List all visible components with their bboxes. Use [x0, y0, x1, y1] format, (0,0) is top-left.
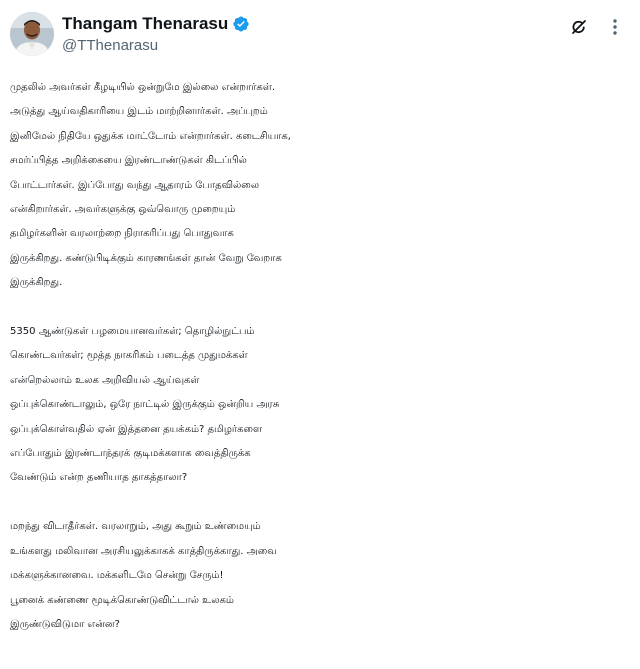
- text-line: சமர்ப்பித்த அறிக்கையை இரண்டாண்டுகள் கிடப…: [10, 155, 247, 167]
- text-line: எப்போதும் இரண்டாந்தரக் குடிமக்களாக வைத்த…: [10, 448, 251, 460]
- post-card: Thangam Thenarasu @TThenarasu முதலில் அவ…: [0, 0, 640, 669]
- text-line: மக்களுக்கானவை. மக்களிடமே சென்று சேரும்!: [10, 570, 224, 582]
- avatar[interactable]: [10, 12, 54, 56]
- text-line: ஒப்புக்கொள்வதில் ஏன் இத்தனை தயக்கம்? தமி…: [10, 423, 263, 435]
- text-line: போட்டார்கள். இப்போது வந்து ஆதாரம் போதவில…: [10, 179, 260, 191]
- author-info: Thangam Thenarasu @TThenarasu: [62, 13, 250, 54]
- text-line: ஒப்புக்கொண்டாலும், ஒரே நாட்டில் இருக்கும…: [10, 399, 280, 411]
- text-line: இனிமேல் நிதியே ஒதுக்க மாட்டோம் என்றார்கள…: [10, 130, 291, 142]
- post-text: முதலில் அவர்கள் கீழடியில் ஒன்றுமே இல்லை …: [10, 76, 630, 662]
- text-line: என்கிறார்கள். அவர்களுக்கு ஒவ்வொரு முறையு…: [10, 204, 236, 216]
- text-line: இருக்கிறது. கண்டுபிடிக்கும் காரணங்கள் தா…: [10, 252, 282, 264]
- author-handle[interactable]: @TThenarasu: [62, 37, 250, 54]
- text-line: உங்களது மலிவான அரசியலுக்காகக் காத்திருக்…: [10, 545, 277, 557]
- text-line: இருண்டுவிடுமா என்ன?: [10, 618, 120, 630]
- post-actions: [568, 16, 626, 38]
- text-line: முதலில் அவர்கள் கீழடியில் ஒன்றுமே இல்லை …: [10, 82, 276, 93]
- post-paragraph-3: மறந்து விடாதீர்கள். வரலாறும், அது கூறும்…: [10, 515, 630, 637]
- post-paragraph-2: 5350 ஆண்டுகள் பழமையானவர்கள்; தொழில்நுட்ப…: [10, 320, 630, 491]
- text-line: கொண்டவர்கள்; மூத்த நாகரிகம் படைத்த முதும…: [10, 350, 248, 362]
- profile-photo-icon: [10, 12, 54, 56]
- post-paragraph-1: முதலில் அவர்கள் கீழடியில் ஒன்றுமே இல்லை …: [10, 76, 630, 296]
- text-line: இருக்கிறது.: [10, 277, 63, 289]
- text-line: வேண்டும் என்ற தணியாத தாகத்தாலா?: [10, 472, 188, 484]
- text-line: மறந்து விடாதீர்கள். வரலாறும், அது கூறும்…: [10, 521, 261, 533]
- more-options-icon[interactable]: [604, 16, 626, 38]
- text-line: என்றெல்லாம் உலக அறிவியல் ஆய்வுகள்: [10, 374, 200, 386]
- display-name[interactable]: Thangam Thenarasu: [62, 14, 228, 34]
- verified-badge-icon: [232, 15, 250, 33]
- text-line: தமிழர்களின் வரலாற்றை நிராகரிப்பது பொதுவா…: [10, 228, 234, 240]
- text-line: 5350 ஆண்டுகள் பழமையானவர்கள்; தொழில்நுட்ப…: [10, 326, 255, 338]
- post-header: Thangam Thenarasu @TThenarasu: [10, 12, 626, 60]
- text-line: அடுத்து ஆய்வதிகாரியை இடம் மாற்றினார்கள்.…: [10, 106, 268, 118]
- grok-icon[interactable]: [568, 16, 590, 38]
- text-line: பூனைக் கண்ணை மூடிக்கொண்டுவிட்டால் உலகம்: [10, 594, 234, 606]
